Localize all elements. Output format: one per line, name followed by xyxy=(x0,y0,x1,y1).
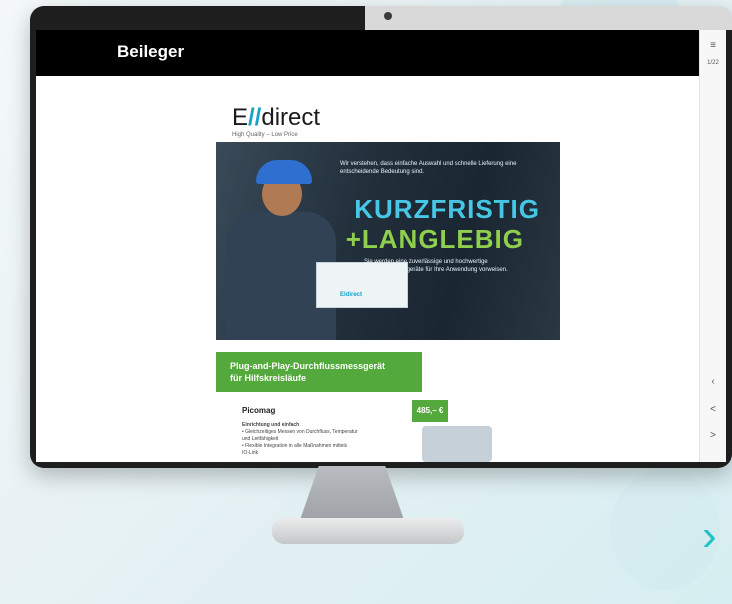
brochure-page: E//direct High Quality – Low Price Eldir… xyxy=(212,76,562,462)
app-header: Beileger xyxy=(36,30,700,76)
product-line: Einrichtung und einfach xyxy=(242,422,300,428)
hero-intro: Wir verstehen, dass einfache Auswahl und… xyxy=(340,161,517,175)
banner-line-2: für Hilfskreisläufe xyxy=(230,373,307,383)
logo-prefix: E xyxy=(232,104,249,131)
product-line: IO-Link xyxy=(242,450,259,456)
hero-headline-2: +LANGLEBIG xyxy=(345,224,524,254)
monitor-notch xyxy=(365,6,732,30)
monitor-frame: Beileger ≡ 1/22 ‹ < > E//direct High Qua… xyxy=(30,6,732,468)
hero-headline-1: KURZFRISTIG xyxy=(354,194,540,224)
price-tag: 485,– € xyxy=(412,400,448,422)
logo-suffix: direct xyxy=(261,104,321,131)
product-title: Picomag xyxy=(242,406,276,415)
next-arrow-icon[interactable]: › xyxy=(702,514,717,558)
app-title: Beileger xyxy=(117,42,185,61)
back-icon[interactable]: < xyxy=(700,404,726,415)
product-banner: Plug-and-Play-Durchflussmessgerät für Hi… xyxy=(216,352,422,392)
product-line: • Gleichzeitiges Messen von Durchfluss, … xyxy=(242,429,358,435)
banner-line-1: Plug-and-Play-Durchflussmessgerät xyxy=(230,361,386,371)
hard-hat xyxy=(256,160,312,184)
flowmeter-device xyxy=(422,426,492,462)
forward-icon[interactable]: > xyxy=(700,430,726,441)
screen: Beileger ≡ 1/22 ‹ < > E//direct High Qua… xyxy=(36,30,726,462)
box-logo: Eldirect xyxy=(340,292,363,298)
product-line: und Leitfähigkeit xyxy=(242,436,279,442)
monitor-stand-neck xyxy=(300,466,404,520)
page-indicator: 1/22 xyxy=(707,60,719,66)
logo-accent: // xyxy=(248,104,262,131)
menu-icon[interactable]: ≡ xyxy=(700,40,726,51)
camera-dot xyxy=(384,12,392,20)
product-line: • Flexible Integration in alle Maßnahmen… xyxy=(242,443,348,449)
brand-slogan: High Quality – Low Price xyxy=(232,132,298,138)
hero-image: Eldirect Wir verstehen, dass einfache Au… xyxy=(216,142,560,340)
side-rail: ≡ 1/22 ‹ < > xyxy=(699,30,726,462)
monitor-stand-base xyxy=(272,518,464,544)
chevron-left-icon[interactable]: ‹ xyxy=(700,376,726,387)
brand-logo: E//direct xyxy=(232,104,320,132)
hero-note: Sie werden eine zuverlässige und hochwer… xyxy=(364,259,508,273)
